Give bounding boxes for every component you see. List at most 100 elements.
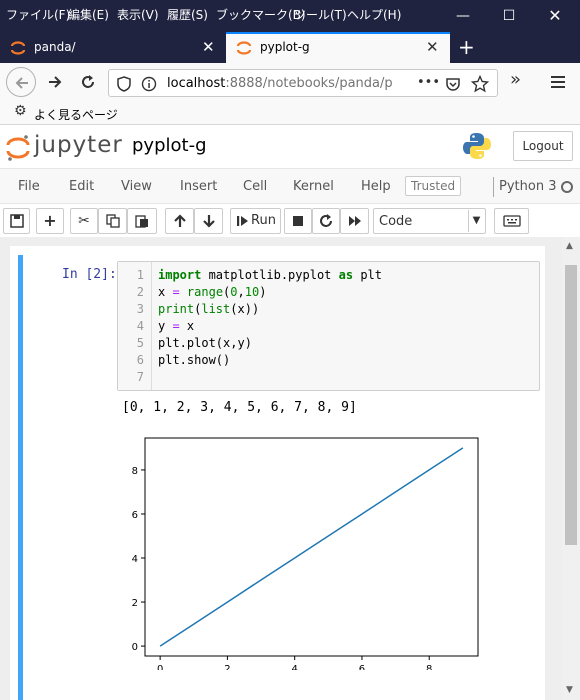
notebook-toolbar: + ✂ Run Code ▼ bbox=[0, 204, 580, 237]
overflow-menu-icon[interactable]: » bbox=[510, 69, 521, 90]
plus-icon: + bbox=[43, 211, 57, 230]
x-tick-label: 2 bbox=[224, 664, 230, 670]
paste-icon bbox=[135, 215, 148, 228]
y-tick-label: 0 bbox=[132, 642, 138, 653]
line-number: 6 bbox=[136, 353, 144, 367]
menu-item-cell[interactable]: Cell bbox=[243, 179, 267, 194]
jupyter-logo-text: jupyter bbox=[34, 132, 123, 158]
jupyter-favicon-icon bbox=[236, 41, 252, 55]
jupyter-header: jupyter pyplot-g Logout bbox=[0, 126, 580, 168]
shield-icon[interactable] bbox=[117, 76, 131, 92]
new-tab-icon[interactable]: + bbox=[458, 35, 475, 59]
insert-cell-button[interactable]: + bbox=[36, 208, 64, 234]
y-tick-label: 6 bbox=[132, 510, 138, 521]
jupyter-logo[interactable]: jupyter bbox=[6, 132, 122, 162]
stop-icon bbox=[293, 216, 303, 226]
logout-button[interactable]: Logout bbox=[513, 131, 573, 161]
restart-run-all-button[interactable] bbox=[340, 208, 369, 234]
menu-history[interactable]: 履歴(S) bbox=[167, 6, 208, 23]
move-down-button[interactable] bbox=[194, 208, 223, 234]
reload-icon[interactable] bbox=[79, 73, 97, 91]
copy-button[interactable] bbox=[98, 208, 127, 234]
menu-edit[interactable]: 編集(E) bbox=[68, 6, 109, 23]
command-palette-button[interactable] bbox=[494, 208, 529, 234]
page-actions-icon[interactable]: ••• bbox=[417, 75, 440, 90]
arrow-down-icon bbox=[202, 215, 215, 228]
menu-item-file[interactable]: File bbox=[18, 179, 40, 194]
menu-tools[interactable]: ツール(T) bbox=[294, 6, 347, 23]
menu-item-view[interactable]: View bbox=[121, 179, 152, 194]
move-up-button[interactable] bbox=[165, 208, 194, 234]
tab-pyplot-g[interactable]: pyplot-g ✕ bbox=[226, 32, 450, 63]
line-number: 7 bbox=[136, 370, 144, 384]
trusted-badge[interactable]: Trusted bbox=[405, 176, 462, 196]
menu-bookmarks[interactable]: ブックマーク(B) bbox=[216, 6, 306, 23]
copy-icon bbox=[105, 214, 120, 228]
code-line: x = range(0,10) bbox=[158, 285, 267, 299]
gear-icon: ⚙ bbox=[14, 103, 27, 119]
tab-close-icon[interactable]: ✕ bbox=[202, 38, 215, 56]
x-tick-label: 0 bbox=[157, 664, 163, 670]
save-icon bbox=[9, 214, 24, 228]
code-line: import matplotlib.pyplot as plt bbox=[158, 268, 382, 282]
x-tick-label: 6 bbox=[359, 664, 365, 670]
run-button[interactable]: Run bbox=[230, 208, 281, 234]
y-tick-label: 4 bbox=[132, 554, 138, 565]
tab-panda[interactable]: panda/ ✕ bbox=[0, 32, 224, 63]
interrupt-button[interactable] bbox=[284, 208, 312, 234]
menu-item-edit[interactable]: Edit bbox=[69, 179, 94, 194]
url-path: :8888/notebooks/panda/p bbox=[225, 76, 393, 91]
minimize-icon[interactable]: — bbox=[440, 0, 486, 32]
code-line: y = x bbox=[158, 319, 195, 333]
line-number: 1 bbox=[136, 268, 144, 282]
scrollbar-thumb[interactable] bbox=[565, 265, 577, 545]
tab-label: panda/ bbox=[34, 40, 76, 54]
scroll-up-icon[interactable]: ▲ bbox=[566, 241, 573, 251]
hamburger-menu-icon[interactable] bbox=[550, 75, 566, 89]
code-line: print(list(x)) bbox=[158, 302, 260, 316]
x-tick-label: 8 bbox=[426, 664, 432, 670]
fast-forward-icon bbox=[348, 216, 361, 226]
y-tick-label: 8 bbox=[132, 466, 138, 477]
keyboard-icon bbox=[502, 215, 521, 227]
url-text: localhost:8888/notebooks/panda/p bbox=[167, 76, 393, 91]
paste-button[interactable] bbox=[127, 208, 157, 234]
url-bar[interactable]: localhost:8888/notebooks/panda/p ••• bbox=[108, 69, 498, 97]
jupyter-logo-icon bbox=[6, 135, 30, 161]
menu-file[interactable]: ファイル(F) bbox=[6, 6, 70, 23]
notebook-name[interactable]: pyplot-g bbox=[132, 135, 207, 156]
line-number: 3 bbox=[136, 302, 144, 316]
menu-help[interactable]: ヘルプ(H) bbox=[347, 6, 401, 23]
restart-icon bbox=[320, 214, 332, 227]
navigation-bar: localhost:8888/notebooks/panda/p ••• » bbox=[0, 63, 580, 101]
menu-item-kernel[interactable]: Kernel bbox=[293, 179, 334, 194]
maximize-icon[interactable]: ☐ bbox=[486, 0, 532, 32]
notebook-menubar: File Edit View Insert Cell Kernel Help T… bbox=[0, 168, 580, 204]
kernel-status-icon bbox=[561, 181, 573, 193]
line-number: 4 bbox=[136, 319, 144, 333]
code-line: plt.plot(x,y) bbox=[158, 336, 252, 350]
forward-arrow-icon[interactable] bbox=[46, 73, 64, 91]
line-number: 2 bbox=[136, 285, 144, 299]
kernel-name: Python 3 bbox=[499, 179, 557, 194]
back-button[interactable] bbox=[6, 67, 36, 97]
cut-button[interactable]: ✂ bbox=[70, 208, 98, 234]
tab-close-icon[interactable]: ✕ bbox=[426, 38, 439, 56]
code-line: plt.show() bbox=[158, 353, 231, 367]
menu-view[interactable]: 表示(V) bbox=[117, 6, 159, 23]
close-window-icon[interactable]: ✕ bbox=[532, 0, 578, 32]
cell-type-select[interactable]: Code ▼ bbox=[373, 208, 486, 234]
arrow-up-icon bbox=[173, 214, 186, 227]
tab-strip: panda/ ✕ pyplot-g ✕ + bbox=[0, 32, 580, 63]
menu-item-insert[interactable]: Insert bbox=[180, 179, 217, 194]
scroll-down-icon[interactable]: ▼ bbox=[566, 685, 573, 695]
save-button[interactable] bbox=[3, 208, 30, 234]
bookmark-star-icon[interactable] bbox=[471, 75, 489, 93]
restart-button[interactable] bbox=[312, 208, 340, 234]
line-chart: 0 2 4 6 8 0 2 4 6 8 bbox=[132, 437, 479, 670]
menu-item-help[interactable]: Help bbox=[361, 179, 391, 194]
back-arrow-icon bbox=[15, 77, 28, 89]
url-host: localhost bbox=[167, 76, 226, 91]
info-icon[interactable] bbox=[141, 76, 157, 92]
pocket-icon[interactable] bbox=[445, 76, 461, 92]
